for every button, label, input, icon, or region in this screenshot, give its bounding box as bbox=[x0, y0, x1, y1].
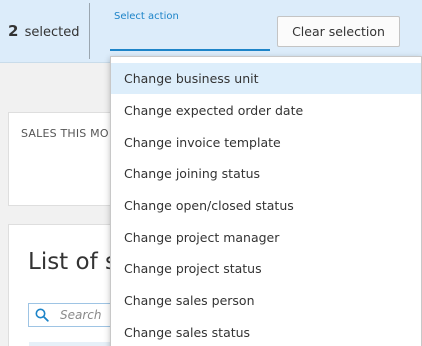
search-placeholder: Search bbox=[60, 308, 102, 322]
option-change-business-unit[interactable]: Change business unit bbox=[111, 63, 421, 94]
search-icon bbox=[35, 308, 49, 322]
selection-bar: 2 selected Select action Clear selection bbox=[0, 0, 422, 63]
option-change-project-status[interactable]: Change project status bbox=[111, 253, 421, 284]
select-action-field[interactable] bbox=[110, 49, 270, 51]
divider bbox=[89, 3, 90, 59]
option-change-sales-person[interactable]: Change sales person bbox=[111, 285, 421, 316]
option-change-joining-status[interactable]: Change joining status bbox=[111, 158, 421, 189]
list-title: List of s bbox=[28, 249, 117, 275]
action-dropdown: Change business unit Change expected ord… bbox=[110, 56, 422, 346]
option-change-sales-status[interactable]: Change sales status bbox=[111, 317, 421, 346]
selected-count-number: 2 bbox=[8, 22, 19, 40]
option-change-project-manager[interactable]: Change project manager bbox=[111, 222, 421, 253]
card-title: SALES THIS MO bbox=[21, 127, 109, 140]
selected-count: 2 selected bbox=[8, 22, 79, 40]
option-change-invoice-template[interactable]: Change invoice template bbox=[111, 127, 421, 158]
option-change-open-closed-status[interactable]: Change open/closed status bbox=[111, 190, 421, 221]
selected-count-label: selected bbox=[24, 25, 80, 40]
option-change-expected-order-date[interactable]: Change expected order date bbox=[111, 95, 421, 126]
select-action-label: Select action bbox=[114, 11, 179, 22]
clear-selection-button[interactable]: Clear selection bbox=[277, 16, 400, 47]
